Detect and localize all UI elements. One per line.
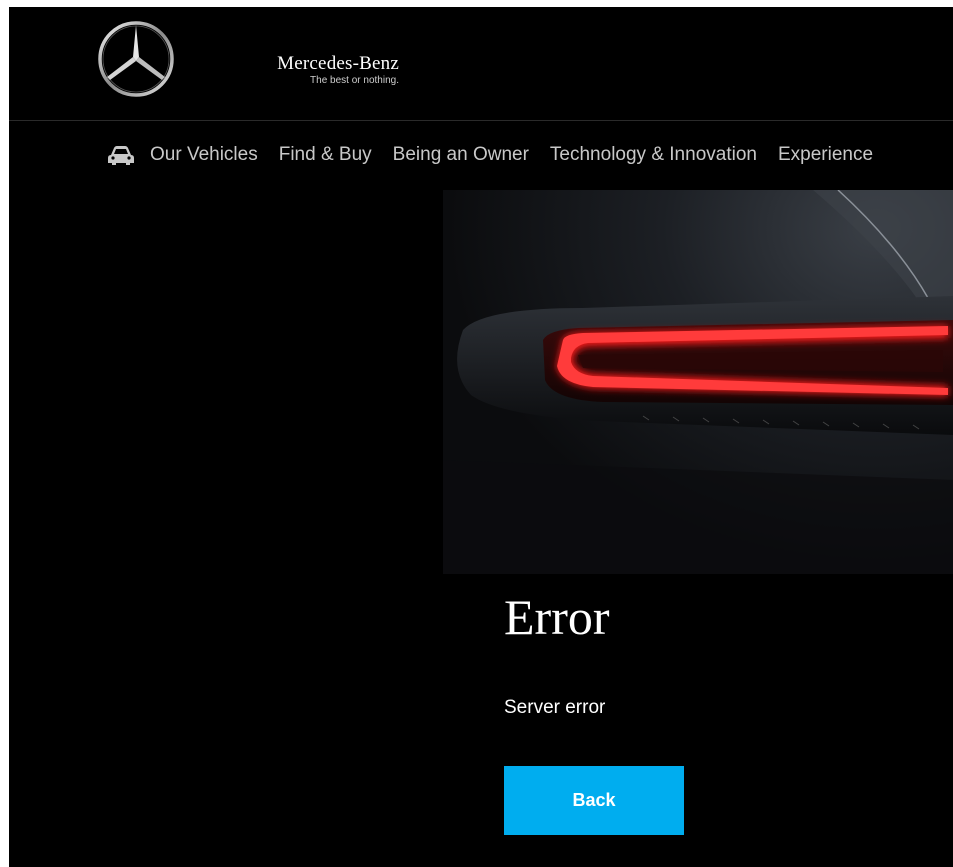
- car-taillight-image: [443, 190, 953, 574]
- mercedes-star-icon[interactable]: [96, 19, 176, 99]
- nav-being-an-owner[interactable]: Being an Owner: [393, 144, 529, 166]
- header: Mercedes-Benz The best or nothing.: [9, 7, 953, 121]
- page: Mercedes-Benz The best or nothing. Our V…: [9, 7, 953, 867]
- nav-experience[interactable]: Experience: [778, 144, 873, 166]
- main-nav: Our Vehicles Find & Buy Being an Owner T…: [106, 137, 873, 173]
- nav-technology-innovation[interactable]: Technology & Innovation: [550, 144, 757, 166]
- error-message: Server error: [504, 697, 606, 718]
- brand[interactable]: Mercedes-Benz The best or nothing.: [239, 53, 399, 87]
- brand-slogan: The best or nothing.: [310, 75, 399, 86]
- brand-name: Mercedes-Benz: [277, 53, 399, 74]
- nav-find-buy[interactable]: Find & Buy: [279, 144, 372, 166]
- back-button[interactable]: Back: [504, 766, 684, 835]
- nav-our-vehicles[interactable]: Our Vehicles: [150, 144, 258, 166]
- error-title: Error: [504, 589, 610, 645]
- car-icon[interactable]: [106, 143, 136, 167]
